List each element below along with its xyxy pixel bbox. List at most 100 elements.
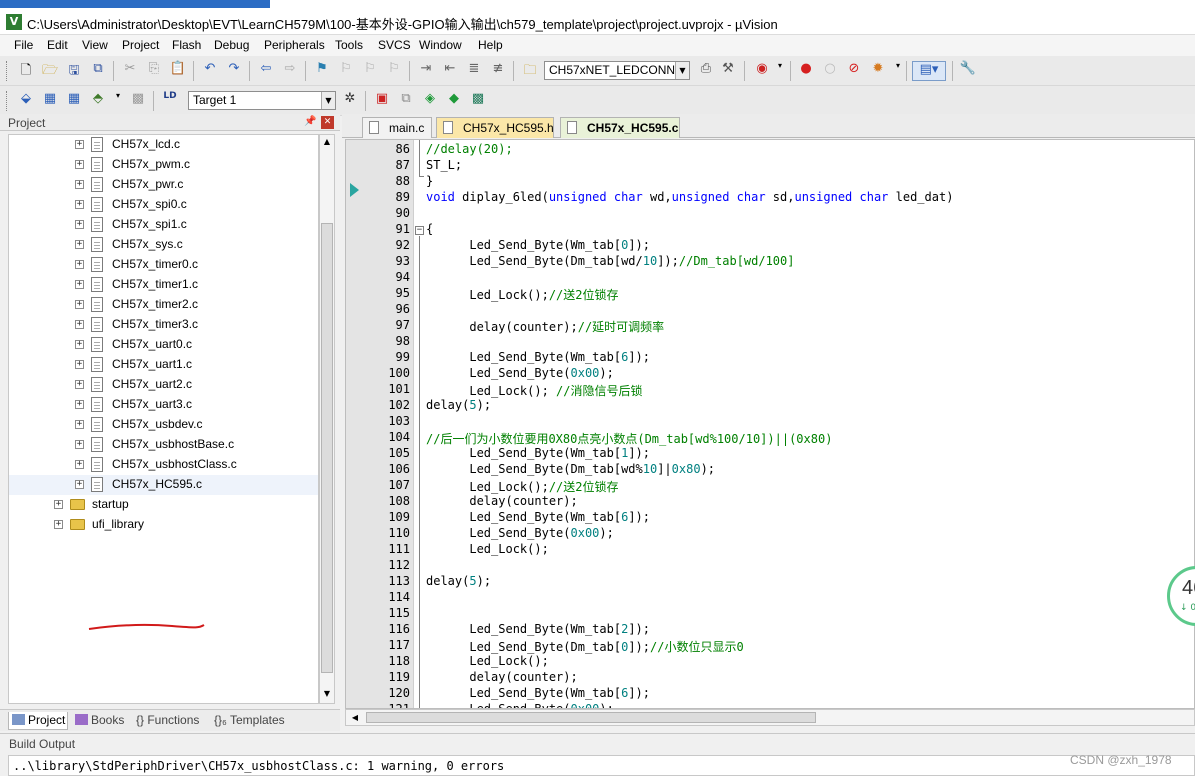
chevron-down-icon[interactable]: ▾ bbox=[770, 61, 790, 81]
menu-tools[interactable]: Tools bbox=[335, 38, 363, 52]
comment-icon[interactable]: ≣ bbox=[464, 61, 484, 81]
find-combo[interactable]: CH57xNET_LEDCONN ▼ bbox=[544, 61, 690, 80]
toolbar-grip[interactable] bbox=[6, 61, 9, 81]
file-extensions-icon[interactable]: ⧉ bbox=[396, 91, 416, 111]
breakpoint-disable-icon[interactable]: ○ bbox=[820, 61, 840, 81]
stop-build-icon[interactable]: ▩ bbox=[128, 91, 148, 111]
tab-ch57x-hc595-h[interactable]: CH57x_HC595.h bbox=[436, 117, 554, 138]
expand-icon[interactable]: + bbox=[75, 160, 84, 169]
expand-icon[interactable]: + bbox=[54, 520, 63, 529]
menu-debug[interactable]: Debug bbox=[214, 38, 249, 52]
bookmark-prev-icon[interactable]: ⚐ bbox=[336, 61, 356, 81]
menu-svcs[interactable]: SVCS bbox=[378, 38, 411, 52]
tree-item-file[interactable]: + CH57x_timer0.c bbox=[9, 255, 318, 275]
bookmark-clear-icon[interactable]: ⚐ bbox=[384, 61, 404, 81]
debug-session-icon[interactable]: ◉ bbox=[752, 61, 772, 81]
tree-item-file[interactable]: + CH57x_spi0.c bbox=[9, 195, 318, 215]
menu-help[interactable]: Help bbox=[478, 38, 503, 52]
navigate-forward-icon[interactable]: ⇨ bbox=[280, 61, 300, 81]
tab-templates[interactable]: {}₆ Templates bbox=[214, 712, 294, 730]
manage-project-items-icon[interactable]: ▣ bbox=[372, 91, 392, 111]
tree-item-file[interactable]: + CH57x_usbhostBase.c bbox=[9, 435, 318, 455]
code-editor[interactable]: 86 //delay(20); 87 ST_L; 88 } 89 void di… bbox=[345, 139, 1195, 709]
menu-project[interactable]: Project bbox=[122, 38, 159, 52]
tree-item-folder[interactable]: + startup bbox=[9, 495, 318, 515]
menu-edit[interactable]: Edit bbox=[47, 38, 68, 52]
tree-item-file-selected[interactable]: + CH57x_HC595.c bbox=[9, 475, 318, 495]
tree-item-file[interactable]: + CH57x_usbhostClass.c bbox=[9, 455, 318, 475]
chevron-down-icon[interactable]: ▼ bbox=[321, 92, 335, 109]
save-icon[interactable]: 🖫 bbox=[64, 61, 84, 81]
collapse-icon[interactable]: − bbox=[415, 226, 424, 235]
paste-icon[interactable]: 📋 bbox=[168, 61, 188, 81]
editor-horizontal-scrollbar[interactable]: ◀ bbox=[345, 709, 1195, 726]
tree-item-file[interactable]: + CH57x_spi1.c bbox=[9, 215, 318, 235]
save-all-icon[interactable]: ⧉ bbox=[88, 61, 108, 81]
expand-icon[interactable]: + bbox=[75, 260, 84, 269]
tree-item-file[interactable]: + CH57x_uart2.c bbox=[9, 375, 318, 395]
unindent-icon[interactable]: ⇤ bbox=[440, 61, 460, 81]
download-load-icon[interactable]: LD bbox=[160, 91, 180, 111]
expand-icon[interactable]: + bbox=[75, 240, 84, 249]
menu-peripherals[interactable]: Peripherals bbox=[264, 38, 325, 52]
tree-item-file[interactable]: + CH57x_timer3.c bbox=[9, 315, 318, 335]
manage-runtime-icon[interactable]: ◈ bbox=[420, 91, 440, 111]
expand-icon[interactable]: + bbox=[75, 200, 84, 209]
uncomment-icon[interactable]: ≢ bbox=[488, 61, 508, 81]
indent-icon[interactable]: ⇥ bbox=[416, 61, 436, 81]
bookmark-toggle-icon[interactable]: ⚑ bbox=[312, 61, 332, 81]
tree-item-file[interactable]: + CH57x_uart0.c bbox=[9, 335, 318, 355]
menu-file[interactable]: File bbox=[14, 38, 33, 52]
tree-item-file[interactable]: + CH57x_pwr.c bbox=[9, 175, 318, 195]
bookmark-next-icon[interactable]: ⚐ bbox=[360, 61, 380, 81]
chevron-down-icon[interactable]: ▾ bbox=[888, 61, 908, 81]
expand-icon[interactable]: + bbox=[75, 220, 84, 229]
pack-installer-icon[interactable]: ◆ bbox=[444, 91, 464, 111]
copy-icon[interactable]: ⎘ bbox=[144, 61, 164, 81]
scroll-down-icon[interactable]: ▼ bbox=[322, 689, 332, 698]
breakpoint-insert-icon[interactable]: ● bbox=[796, 61, 816, 81]
tree-item-file[interactable]: + CH57x_lcd.c bbox=[9, 135, 318, 155]
translate-icon[interactable]: ⬙ bbox=[16, 91, 36, 111]
batch-build-icon[interactable]: ⬘ bbox=[88, 91, 108, 111]
menu-flash[interactable]: Flash bbox=[172, 38, 201, 52]
breakpoint-kill-all-icon[interactable]: ⊘ bbox=[844, 61, 864, 81]
find-in-files-icon[interactable]: 🗀 bbox=[520, 61, 540, 81]
find-icon[interactable]: ⎙ bbox=[696, 61, 716, 81]
expand-icon[interactable]: + bbox=[75, 420, 84, 429]
expand-icon[interactable]: + bbox=[75, 360, 84, 369]
expand-icon[interactable]: + bbox=[75, 480, 84, 489]
tab-functions[interactable]: {} Functions bbox=[136, 712, 210, 730]
expand-icon[interactable]: + bbox=[75, 460, 84, 469]
breakpoint-options-icon[interactable]: ✹ bbox=[868, 61, 888, 81]
expand-icon[interactable]: + bbox=[75, 340, 84, 349]
target-options-wand-icon[interactable]: ✲ bbox=[340, 91, 360, 111]
expand-icon[interactable]: + bbox=[75, 440, 84, 449]
tree-item-file[interactable]: + CH57x_sys.c bbox=[9, 235, 318, 255]
expand-icon[interactable]: + bbox=[75, 180, 84, 189]
tab-books[interactable]: Books bbox=[72, 712, 130, 730]
tab-ch57x-hc595-c[interactable]: CH57x_HC595.c bbox=[560, 117, 680, 138]
chevron-down-icon[interactable]: ▾ bbox=[108, 91, 128, 111]
expand-icon[interactable]: + bbox=[75, 320, 84, 329]
scroll-left-icon[interactable]: ◀ bbox=[350, 713, 360, 722]
scrollbar-thumb[interactable] bbox=[366, 712, 816, 723]
tree-item-file[interactable]: + CH57x_timer2.c bbox=[9, 295, 318, 315]
menu-window[interactable]: Window bbox=[419, 38, 462, 52]
navigate-back-icon[interactable]: ⇦ bbox=[256, 61, 276, 81]
tree-item-folder[interactable]: + ufi_library bbox=[9, 515, 318, 535]
close-icon[interactable]: ✕ bbox=[321, 116, 334, 129]
tree-item-file[interactable]: + CH57x_pwm.c bbox=[9, 155, 318, 175]
select-packs-icon[interactable]: ▩ bbox=[468, 91, 488, 111]
scrollbar-thumb[interactable] bbox=[321, 223, 333, 673]
target-select[interactable]: Target 1 ▼ bbox=[188, 91, 336, 110]
build-icon[interactable]: ▦ bbox=[40, 91, 60, 111]
tree-item-file[interactable]: + CH57x_timer1.c bbox=[9, 275, 318, 295]
tab-main-c[interactable]: main.c bbox=[362, 117, 432, 138]
expand-icon[interactable]: + bbox=[75, 380, 84, 389]
new-file-icon[interactable]: 🗋 bbox=[16, 61, 36, 81]
tree-item-file[interactable]: + CH57x_uart1.c bbox=[9, 355, 318, 375]
tree-item-file[interactable]: + CH57x_usbdev.c bbox=[9, 415, 318, 435]
project-tree-scrollbar[interactable]: ▲ ▼ bbox=[319, 134, 335, 704]
cut-icon[interactable]: ✂ bbox=[120, 61, 140, 81]
